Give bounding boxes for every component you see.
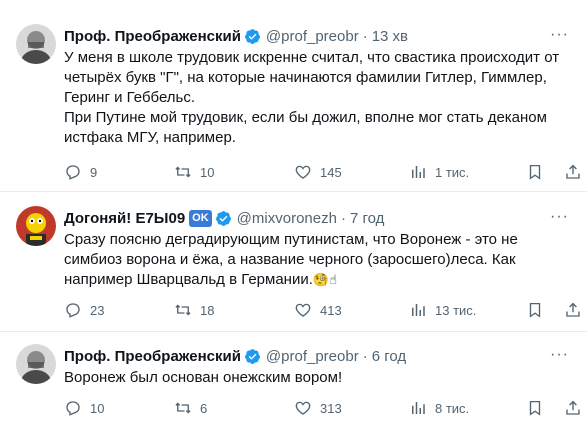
like-button[interactable]: 145 (294, 162, 342, 182)
tweet-paragraph: У меня в школе трудовик искренне считал,… (64, 49, 560, 106)
tweet[interactable]: Догоняй! Е7Ы09 OK @mixvoronezh · 7 год ·… (0, 192, 587, 332)
reply-button[interactable]: 10 (64, 398, 104, 418)
tweet-actions: 9 10 145 1 тис. (64, 162, 580, 182)
author-handle[interactable]: @prof_preobr (266, 28, 359, 45)
tweet-time[interactable]: 6 год (372, 348, 406, 365)
views-count: 13 тис. (435, 302, 477, 318)
bookmark-icon (529, 400, 541, 416)
views-icon (412, 304, 425, 316)
views-button[interactable]: 1 тис. (409, 162, 469, 182)
views-icon (412, 402, 425, 414)
reply-button[interactable]: 9 (64, 162, 97, 182)
retweet-icon (175, 402, 191, 414)
reply-button[interactable]: 23 (64, 300, 104, 320)
share-icon (566, 164, 580, 179)
author-handle[interactable]: @mixvoronezh (237, 210, 337, 227)
verified-badge-icon (215, 210, 231, 226)
tweet-header: Проф. Преображенский @prof_preobr · 6 го… (64, 346, 577, 366)
like-count: 313 (320, 400, 342, 416)
separator-dot: · (362, 27, 368, 45)
tweet-actions: 10 6 313 8 тис. (64, 398, 580, 418)
separator-dot: · (340, 209, 346, 227)
tweet[interactable]: Проф. Преображенский @prof_preobr · 13 х… (0, 0, 587, 190)
like-count: 413 (320, 302, 342, 318)
bookmark-icon (529, 302, 541, 318)
reply-icon (66, 165, 80, 180)
separator-dot: · (362, 347, 368, 365)
tweet-paragraph-text: Сразу поясню деградирующим путинистам, ч… (64, 231, 518, 288)
tweet-text: Воронеж был основан онежским вором! (64, 368, 577, 388)
tweet-paragraph: Сразу поясню деградирующим путинистам, ч… (64, 230, 577, 290)
bookmark-button[interactable] (526, 398, 544, 418)
share-button[interactable] (564, 162, 582, 182)
bookmark-icon (529, 164, 541, 180)
tweet-paragraph: Воронеж был основан онежским вором! (64, 369, 343, 386)
more-icon[interactable]: ··· (550, 346, 569, 364)
views-button[interactable]: 13 тис. (409, 300, 476, 320)
tweet-paragraph: При Путине мой трудовик, если бы дожил, … (64, 109, 547, 146)
retweet-count: 10 (200, 164, 215, 180)
author-name[interactable]: Проф. Преображенский (64, 28, 241, 45)
like-icon (295, 401, 311, 415)
emoji: 🧐☝ (312, 272, 338, 287)
views-count: 1 тис. (435, 164, 470, 180)
tweet-text: Сразу поясню деградирующим путинистам, ч… (64, 230, 577, 290)
tweet-header: Проф. Преображенский @prof_preobr · 13 х… (64, 26, 577, 46)
views-count: 8 тис. (435, 400, 470, 416)
tweet[interactable]: Проф. Преображенский @prof_preobr · 6 го… (0, 332, 587, 428)
avatar[interactable] (16, 344, 56, 384)
bookmark-button[interactable] (526, 300, 544, 320)
author-name[interactable]: Проф. Преображенский (64, 348, 241, 365)
retweet-icon (175, 304, 191, 316)
share-icon (566, 302, 580, 317)
reply-count: 10 (90, 400, 105, 416)
verified-badge-icon (244, 348, 260, 364)
retweet-button[interactable]: 18 (174, 300, 214, 320)
like-button[interactable]: 313 (294, 398, 342, 418)
avatar[interactable] (16, 206, 56, 246)
more-icon[interactable]: ··· (550, 208, 569, 226)
retweet-count: 6 (200, 400, 208, 416)
tweet-text: У меня в школе трудовик искренне считал,… (64, 48, 577, 148)
share-button[interactable] (564, 300, 582, 320)
tweet-header: Догоняй! Е7Ы09 OK @mixvoronezh · 7 год (64, 208, 577, 228)
share-icon (566, 400, 580, 415)
reply-count: 9 (90, 164, 98, 180)
author-handle[interactable]: @prof_preobr (266, 348, 359, 365)
like-count: 145 (320, 164, 342, 180)
more-icon[interactable]: ··· (550, 26, 569, 44)
avatar[interactable] (16, 24, 56, 64)
bookmark-button[interactable] (526, 162, 544, 182)
views-icon (412, 166, 425, 178)
tweet-time[interactable]: 7 год (350, 210, 384, 227)
like-icon (295, 165, 311, 179)
reply-count: 23 (90, 302, 105, 318)
like-icon (295, 303, 311, 317)
tweet-actions: 23 18 413 13 тис. (64, 300, 580, 320)
reply-icon (66, 401, 80, 416)
retweet-button[interactable]: 10 (174, 162, 214, 182)
ok-badge: OK (189, 209, 212, 227)
retweet-button[interactable]: 6 (174, 398, 207, 418)
views-button[interactable]: 8 тис. (409, 398, 469, 418)
like-button[interactable]: 413 (294, 300, 342, 320)
share-button[interactable] (564, 398, 582, 418)
tweet-time[interactable]: 13 хв (372, 28, 408, 45)
retweet-count: 18 (200, 302, 215, 318)
reply-icon (66, 303, 80, 318)
retweet-icon (175, 166, 191, 178)
author-name[interactable]: Догоняй! Е7Ы09 (64, 210, 185, 227)
verified-badge-icon (244, 28, 260, 44)
